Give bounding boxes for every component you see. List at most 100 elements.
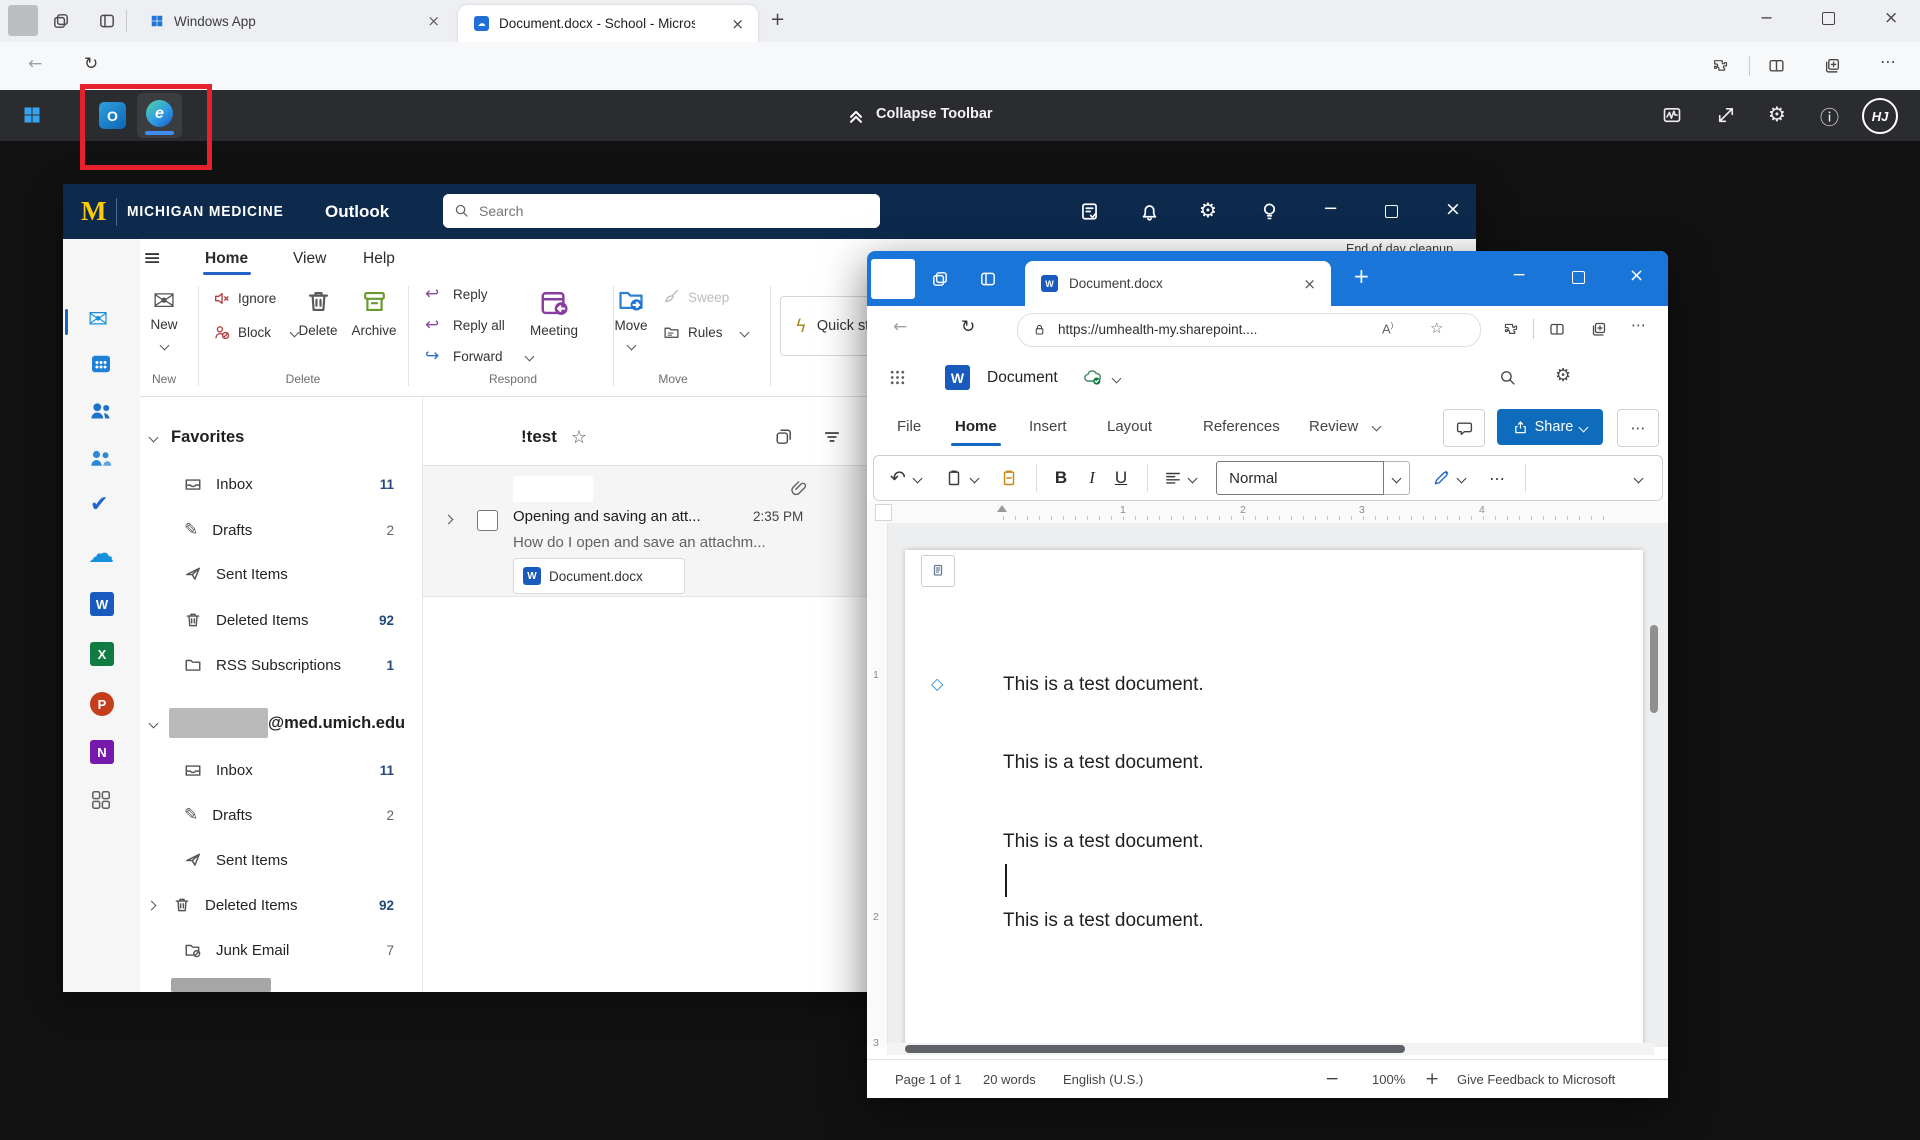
collapse-toolbar-label[interactable]: Collapse Toolbar <box>876 106 993 122</box>
workspaces-icon[interactable] <box>52 12 70 30</box>
favorite-star-icon[interactable]: ☆ <box>1430 319 1443 337</box>
minimize-icon[interactable]: − <box>1760 8 1773 27</box>
folder-item-drafts[interactable]: ✎ Drafts 2 <box>140 508 422 552</box>
editing-pen-icon[interactable] <box>1432 469 1450 487</box>
page-count[interactable]: Page 1 of 1 <box>895 1072 962 1087</box>
tab-document-docx[interactable]: W Document.docx × <box>1025 261 1331 306</box>
align-icon[interactable] <box>1164 469 1182 487</box>
screen-monitor-icon[interactable] <box>1662 105 1682 125</box>
browser-menu-icon[interactable]: ⋯ <box>1631 316 1646 334</box>
forward-button[interactable]: Forward <box>453 349 503 364</box>
refresh-icon[interactable]: ↻ <box>961 317 975 337</box>
page-header-icon[interactable] <box>921 555 955 587</box>
extensions-icon[interactable] <box>1503 321 1519 337</box>
meeting-button[interactable]: Meeting <box>521 288 587 338</box>
onenote-app-icon[interactable]: N <box>90 740 114 764</box>
expand-chevron-icon[interactable] <box>147 900 157 910</box>
tab-view[interactable]: View <box>293 250 326 268</box>
start-menu-icon[interactable] <box>22 105 42 125</box>
browser-menu-icon[interactable]: ⋯ <box>1880 52 1896 71</box>
back-icon[interactable]: ← <box>893 317 907 337</box>
maximize-icon[interactable] <box>1385 205 1398 218</box>
underline-button[interactable]: U <box>1115 468 1127 488</box>
refresh-icon[interactable]: ↻ <box>84 54 98 74</box>
delete-button[interactable]: Delete <box>289 288 347 338</box>
back-icon[interactable]: ← <box>28 54 42 74</box>
address-bar[interactable]: https://umhealth-my.sharepoint.... A) ☆ <box>1017 313 1481 347</box>
people-app-icon[interactable] <box>89 399 113 423</box>
filter-icon[interactable] <box>823 428 841 446</box>
bold-button[interactable]: B <box>1055 468 1067 488</box>
info-icon[interactable]: ⓘ <box>1820 103 1839 130</box>
zoom-in-icon[interactable]: + <box>1425 1069 1439 1089</box>
close-icon[interactable]: × <box>731 15 744 33</box>
folder-item-deleted[interactable]: Deleted Items 92 <box>140 883 422 927</box>
favorites-header[interactable]: Favorites <box>140 420 244 454</box>
favorite-star-icon[interactable]: ☆ <box>571 427 587 448</box>
split-screen-icon[interactable] <box>1768 57 1785 74</box>
minimize-icon[interactable]: − <box>1512 265 1526 285</box>
reply-button[interactable]: Reply <box>453 287 488 302</box>
settings-gear-icon[interactable]: ⚙ <box>1199 198 1217 222</box>
block-button[interactable]: Block <box>238 325 271 340</box>
comments-button[interactable] <box>1443 409 1485 447</box>
rules-button[interactable]: Rules <box>688 325 723 340</box>
document-title[interactable]: Document <box>987 369 1058 387</box>
avatar[interactable]: HJ <box>1862 98 1898 134</box>
more-tabs-chevron-icon[interactable] <box>1372 422 1382 432</box>
maximize-icon[interactable] <box>1822 12 1835 25</box>
tab-home[interactable]: Home <box>955 418 997 435</box>
account-header[interactable]: @med.umich.edu <box>140 701 422 745</box>
indent-marker[interactable] <box>997 505 1007 512</box>
tab-actions-icon[interactable] <box>98 12 116 30</box>
folder-item-sent[interactable]: Sent Items <box>140 838 422 882</box>
zoom-out-icon[interactable]: − <box>1325 1069 1339 1089</box>
hamburger-icon[interactable]: ≡ <box>143 246 161 271</box>
onedrive-app-icon[interactable]: ☁ <box>88 539 114 569</box>
notifications-bell-icon[interactable] <box>1139 201 1160 222</box>
email-checkbox[interactable] <box>477 510 498 531</box>
fullscreen-icon[interactable] <box>1716 105 1736 125</box>
split-screen-icon[interactable] <box>1549 321 1565 337</box>
undo-icon[interactable]: ↶ <box>890 467 906 489</box>
tips-lightbulb-icon[interactable] <box>1259 201 1280 222</box>
chevron-down-icon[interactable] <box>525 352 535 362</box>
maximize-icon[interactable] <box>1572 271 1585 284</box>
folder-item-deleted[interactable]: Deleted Items 92 <box>140 598 422 642</box>
vertical-scrollbar-thumb[interactable] <box>1650 625 1658 713</box>
extensions-icon[interactable] <box>1712 57 1729 74</box>
saved-cloud-check-icon[interactable] <box>1083 368 1102 387</box>
todo-app-icon[interactable]: ✔ <box>90 492 108 517</box>
folder-item-inbox[interactable]: Inbox 11 <box>140 748 422 792</box>
app-launcher-waffle-icon[interactable] <box>889 369 906 386</box>
word-count[interactable]: 20 words <box>983 1072 1036 1087</box>
tab-help[interactable]: Help <box>363 250 395 268</box>
settings-gear-icon[interactable]: ⚙ <box>1555 365 1571 386</box>
tab-actions-icon[interactable] <box>979 270 997 288</box>
groups-app-icon[interactable] <box>89 447 113 471</box>
new-tab-icon[interactable]: + <box>770 9 785 30</box>
collapse-ribbon-chevron-icon[interactable] <box>1634 473 1644 483</box>
reply-all-button[interactable]: Reply all <box>453 318 505 333</box>
tab-selector[interactable] <box>875 504 892 521</box>
language[interactable]: English (U.S.) <box>1063 1072 1143 1087</box>
move-button[interactable]: Move <box>601 286 661 354</box>
ignore-button[interactable]: Ignore <box>238 291 276 306</box>
new-mail-button[interactable]: ✉ New <box>133 286 195 354</box>
document-page[interactable]: ◇ This is a test document. This is a tes… <box>905 550 1643 1050</box>
feedback-link[interactable]: Give Feedback to Microsoft <box>1457 1072 1615 1087</box>
folder-item-junk[interactable]: Junk Email 7 <box>140 928 422 972</box>
folder-item-inbox[interactable]: Inbox 11 <box>140 462 422 506</box>
excel-app-icon[interactable]: X <box>90 642 114 666</box>
folder-item-sent[interactable]: Sent Items <box>140 552 422 596</box>
multi-select-icon[interactable] <box>775 428 793 446</box>
folder-item-rss[interactable]: RSS Subscriptions 1 <box>140 643 422 687</box>
share-button[interactable]: Share <box>1497 409 1603 445</box>
new-tab-icon[interactable]: + <box>1353 264 1370 288</box>
collections-icon[interactable] <box>1824 57 1841 74</box>
tab-windows-app[interactable]: Windows App × <box>132 0 454 42</box>
archive-button[interactable]: Archive <box>345 288 403 338</box>
close-window-icon[interactable]: × <box>1884 8 1898 28</box>
zoom-level[interactable]: 100% <box>1372 1072 1405 1087</box>
chevron-down-icon[interactable] <box>1112 374 1122 384</box>
